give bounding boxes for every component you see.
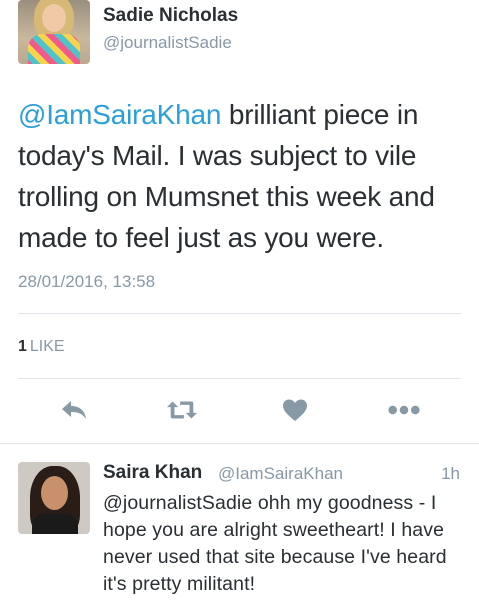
author-avatar[interactable] — [18, 0, 90, 64]
author-name[interactable]: Sadie Nicholas — [103, 5, 238, 27]
reply-text[interactable]: @journalistSadie ohh my goodness - I hop… — [103, 490, 475, 598]
reply-author-name[interactable]: Saira Khan — [103, 462, 202, 484]
divider — [0, 443, 479, 444]
more-options-button[interactable] — [388, 396, 420, 424]
tweet-detail-view: Sadie Nicholas @journalistSadie @IamSair… — [0, 0, 479, 600]
retweet-icon — [166, 401, 198, 419]
reply-author-handle[interactable]: @IamSairaKhan — [218, 464, 343, 484]
like-button[interactable] — [279, 396, 311, 424]
like-label: LIKE — [29, 338, 65, 355]
tweet-timestamp: 28/01/2016, 13:58 — [18, 272, 156, 291]
reply-author-avatar[interactable] — [18, 462, 90, 534]
divider — [18, 313, 461, 314]
more-dots-icon — [388, 405, 420, 415]
author-handle[interactable]: @journalistSadie — [103, 33, 232, 53]
reply-icon — [62, 401, 86, 419]
heart-icon — [283, 399, 307, 421]
reply-button[interactable] — [58, 396, 90, 424]
retweet-button[interactable] — [166, 396, 198, 424]
likes-count[interactable]: 1 LIKE — [18, 338, 65, 356]
like-count: 1 — [18, 338, 27, 355]
reply-timestamp: 1h — [441, 464, 460, 483]
mention-link[interactable]: @IamSairaKhan — [18, 99, 221, 130]
divider — [18, 378, 461, 379]
tweet-text: @IamSairaKhan brilliant piece in today's… — [18, 94, 463, 258]
